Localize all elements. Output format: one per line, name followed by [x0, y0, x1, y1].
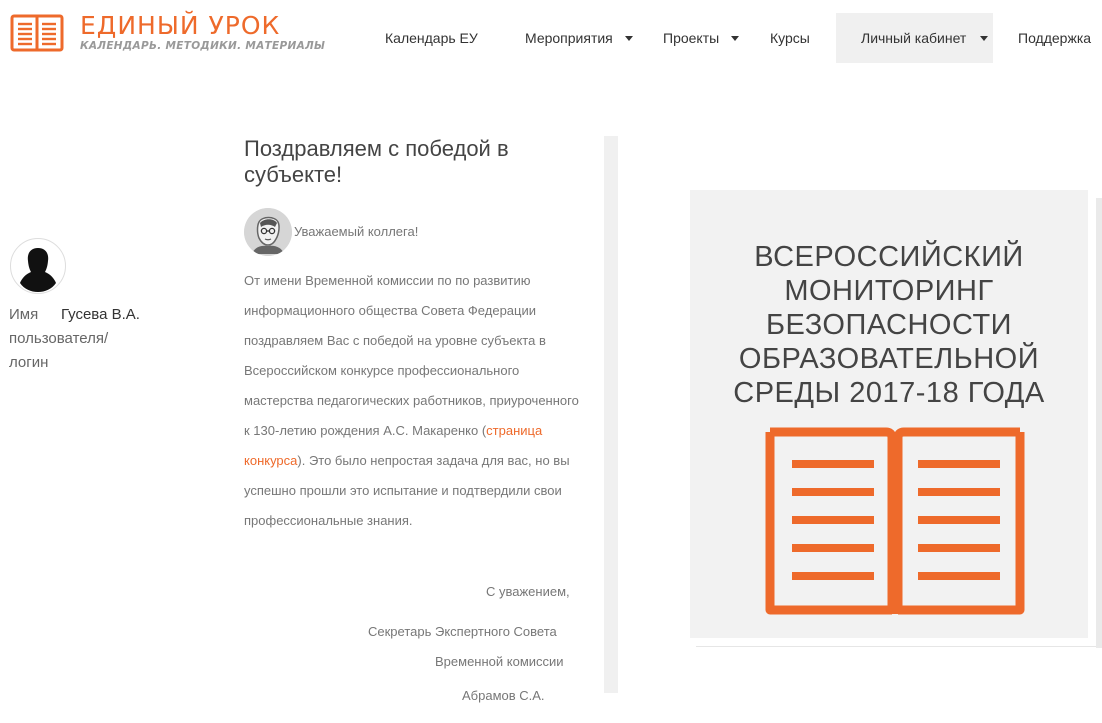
nav-label: Проекты: [663, 30, 720, 46]
user-login-value: Гусева В.А.: [61, 306, 140, 323]
logo-subtitle: КАЛЕНДАРЬ. МЕТОДИКИ. МАТЕРИАЛЫ: [80, 40, 326, 52]
logo-text: ЕДИНЫЙ УРОК КАЛЕНДАРЬ. МЕТОДИКИ. МАТЕРИА…: [80, 11, 326, 53]
portrait-icon: [244, 208, 292, 256]
article-signer-committee: Временной комиссии: [435, 654, 564, 669]
article-body: От имени Временной комиссии по по развит…: [244, 266, 584, 536]
article-regards: С уважением,: [486, 584, 570, 599]
next-banner-edge: [1096, 198, 1102, 648]
banner-title: ВСЕРОССИЙСКИЙ МОНИТОРИНГ БЕЗОПАСНОСТИ ОБ…: [733, 241, 1045, 409]
article-signer-position: Секретарь Экспертного Совета: [368, 624, 557, 639]
banner-divider: [696, 646, 1102, 647]
article-body-text: От имени Временной комиссии по по развит…: [244, 273, 579, 438]
column-divider: [604, 136, 618, 693]
logo-title: ЕДИНЫЙ УРОК: [80, 11, 281, 40]
nav-item-courses[interactable]: Курсы: [770, 13, 810, 63]
nav-label: Календарь ЕУ: [385, 30, 478, 46]
nav-label: Курсы: [770, 30, 810, 46]
chevron-down-icon: [980, 35, 989, 41]
nav-item-events[interactable]: Мероприятия: [525, 13, 633, 63]
chevron-down-icon: [624, 35, 633, 41]
user-silhouette-icon: [20, 248, 56, 292]
nav-item-calendar[interactable]: Календарь ЕУ: [385, 13, 478, 63]
nav-label: Личный кабинет: [861, 30, 967, 46]
book-icon: [10, 14, 64, 52]
nav-item-projects[interactable]: Проекты: [663, 13, 740, 63]
site-header: ЕДИНЫЙ УРОК КАЛЕНДАРЬ. МЕТОДИКИ. МАТЕРИА…: [0, 0, 1102, 74]
nav-item-support[interactable]: Поддержка: [1018, 13, 1091, 63]
nav-label: Поддержка: [1018, 30, 1092, 46]
article-signer-name: Абрамов С.А.: [462, 688, 545, 703]
author-avatar: [244, 208, 292, 256]
user-avatar[interactable]: [10, 238, 66, 294]
open-book-icon: [765, 427, 1025, 615]
article-greeting: Уважаемый коллега!: [294, 224, 419, 239]
nav-item-personal-account[interactable]: Личный кабинет: [836, 13, 993, 63]
nav-label: Мероприятия: [525, 30, 613, 46]
chevron-down-icon: [731, 35, 740, 41]
site-logo[interactable]: ЕДИНЫЙ УРОК КАЛЕНДАРЬ. МЕТОДИКИ. МАТЕРИА…: [10, 13, 325, 53]
article-title: Поздравляем с победой в субъекте!: [244, 136, 509, 187]
monitoring-banner[interactable]: ВСЕРОССИЙСКИЙ МОНИТОРИНГ БЕЗОПАСНОСТИ ОБ…: [690, 190, 1088, 638]
